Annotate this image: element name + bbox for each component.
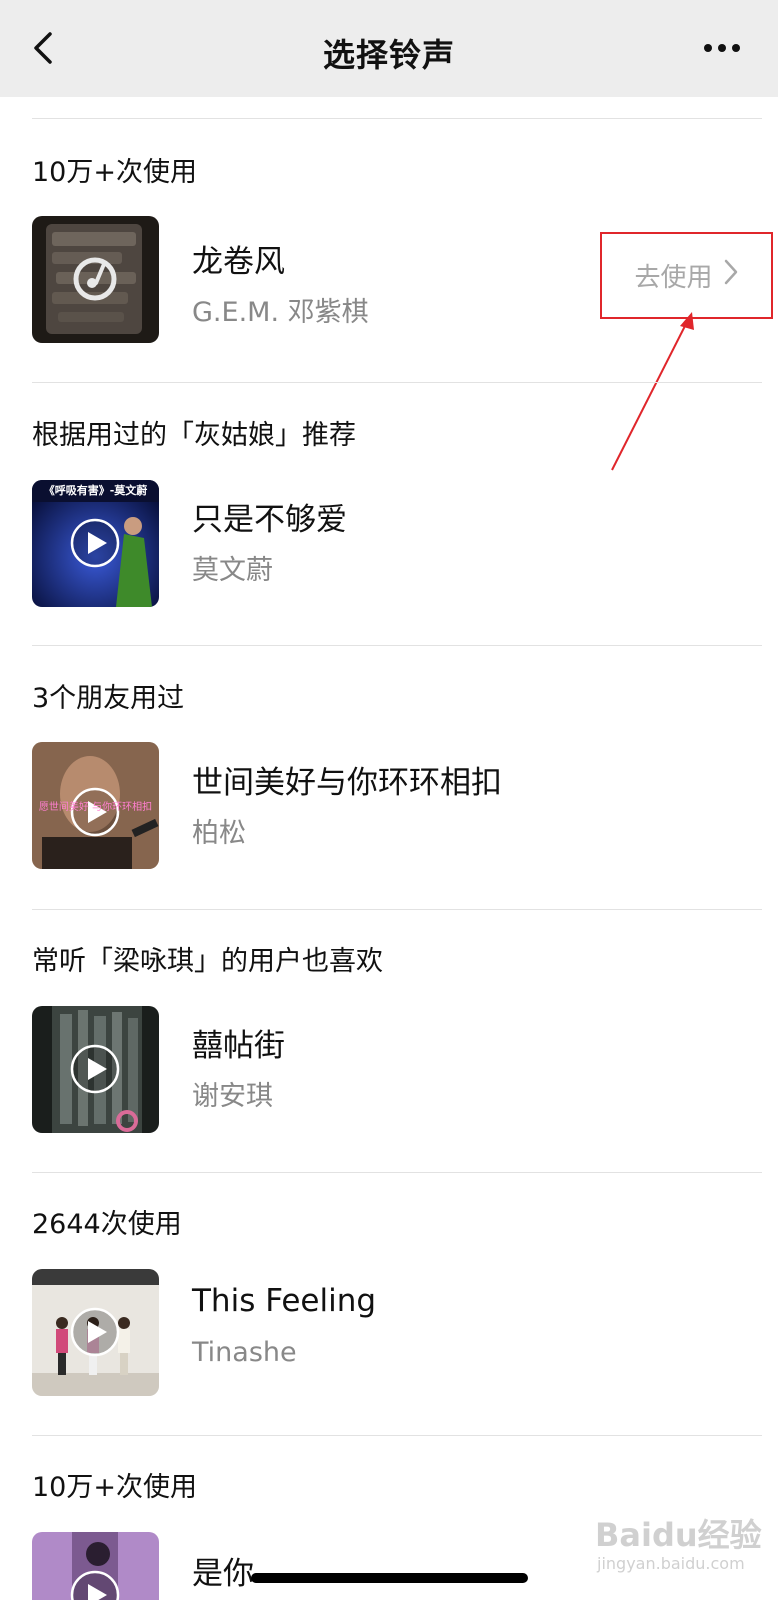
watermark-url: jingyan.baidu.com	[597, 1554, 745, 1573]
song-title: This Feeling	[192, 1283, 377, 1319]
use-ringtone-button[interactable]: 去使用	[600, 232, 773, 319]
more-icon[interactable]	[702, 38, 742, 58]
song-artist: G.E.M. 邓紫棋	[192, 297, 369, 328]
song-cover[interactable]	[32, 1532, 159, 1600]
song-cover[interactable]: 愿世间美好 与你环环相扣	[32, 742, 159, 869]
page-title: 选择铃声	[322, 36, 455, 74]
cover-caption: 《呼吸有害》-莫文蔚	[43, 484, 148, 497]
divider	[32, 1435, 762, 1436]
song-cover[interactable]	[32, 1006, 159, 1133]
song-title: 世间美好与你环环相扣	[192, 765, 502, 801]
cover-caption: 愿世间美好 与你环环相扣	[38, 802, 153, 813]
song-cover[interactable]	[32, 1269, 159, 1396]
song-title: 是你	[192, 1556, 254, 1592]
song-title: 囍帖街	[192, 1028, 285, 1064]
song-artist: 莫文蔚	[192, 555, 273, 586]
divider	[32, 909, 762, 910]
home-indicator	[251, 1573, 528, 1583]
play-icon	[70, 518, 120, 568]
song-title: 只是不够爱	[192, 502, 347, 538]
divider	[32, 118, 762, 119]
divider	[32, 645, 762, 646]
section-title: 2644次使用	[32, 1209, 182, 1240]
song-cover[interactable]	[32, 216, 159, 343]
section-title: 常听「梁咏琪」的用户也喜欢	[32, 946, 383, 977]
section-title: 3个朋友用过	[32, 683, 185, 714]
navigation-bar: 选择铃声	[0, 0, 778, 97]
use-button-label: 去使用	[634, 263, 713, 293]
song-artist: 谢安琪	[192, 1081, 273, 1112]
section-title: 10万+次使用	[32, 157, 197, 188]
annotation-arrow	[600, 300, 720, 480]
section-title: 根据用过的「灰姑娘」推荐	[32, 420, 356, 451]
divider	[32, 1172, 762, 1173]
song-artist: 柏松	[192, 818, 246, 849]
play-icon	[70, 1307, 120, 1357]
divider	[32, 382, 762, 383]
song-cover[interactable]: 《呼吸有害》-莫文蔚	[32, 480, 159, 607]
chevron-right-icon	[723, 258, 739, 293]
watermark: Baidu经验 jingyan.baidu.com	[595, 1510, 771, 1590]
song-artist: Tinashe	[192, 1337, 297, 1368]
song-title: 龙卷风	[192, 244, 285, 280]
watermark-brand: Baidu经验	[595, 1516, 762, 1554]
play-icon	[70, 1044, 120, 1094]
section-title: 10万+次使用	[32, 1472, 197, 1503]
